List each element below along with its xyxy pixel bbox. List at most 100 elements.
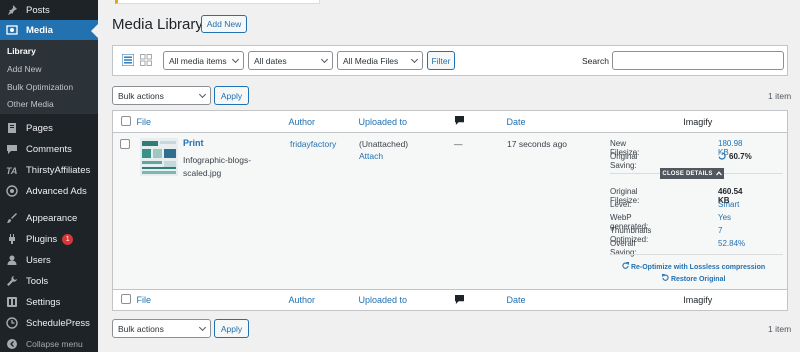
media-filename: Infographic-blogs-scaled.jpg bbox=[183, 155, 252, 178]
details-divider-2 bbox=[610, 254, 783, 255]
media-files-value: All Media Files bbox=[343, 55, 399, 66]
menu-label: Comments bbox=[26, 143, 72, 155]
restore-label: Restore Original bbox=[670, 276, 726, 283]
menu-appearance[interactable]: Appearance bbox=[0, 208, 98, 228]
menu-plugins[interactable]: Plugins 1 bbox=[0, 229, 98, 249]
svg-text:TA: TA bbox=[6, 166, 17, 176]
apply-button-bottom[interactable]: Apply bbox=[214, 319, 249, 338]
comments-icon bbox=[7, 145, 17, 154]
attach-link[interactable]: Attach bbox=[359, 151, 383, 161]
menu-label: Plugins bbox=[26, 233, 58, 245]
restore-icon bbox=[661, 273, 669, 281]
menu-label: Pages bbox=[26, 122, 53, 134]
bulk-actions-select-top[interactable]: Bulk actions bbox=[112, 86, 211, 105]
header-author-cell: Author bbox=[289, 111, 359, 133]
submenu-add-new[interactable]: Add New bbox=[7, 64, 42, 74]
sort-author-link[interactable]: Author bbox=[289, 117, 316, 127]
menu-label: Collapse menu bbox=[26, 339, 83, 349]
media-submenu: Library Add New Bulk Optimization Other … bbox=[0, 40, 98, 114]
collapse-icon bbox=[7, 339, 17, 349]
settings-icon bbox=[7, 297, 17, 307]
overall-saving-value: 52.84% bbox=[718, 239, 746, 248]
header-uploaded-cell: Uploaded to bbox=[359, 111, 455, 133]
imagify-column-title: Imagify bbox=[683, 116, 713, 127]
imagify-column-title-footer: Imagify bbox=[683, 295, 713, 305]
chevron-down-icon bbox=[198, 90, 207, 99]
menu-label: Media bbox=[26, 24, 53, 36]
row-checkbox[interactable] bbox=[120, 139, 130, 149]
select-all-checkbox[interactable] bbox=[121, 115, 131, 126]
comment-bubble-icon[interactable] bbox=[454, 116, 464, 125]
media-files-select[interactable]: All Media Files bbox=[337, 51, 423, 70]
menu-label: Tools bbox=[26, 275, 49, 287]
menu-comments[interactable]: Comments bbox=[0, 139, 98, 159]
schedule-icon bbox=[6, 317, 18, 329]
media-title-link[interactable]: Print bbox=[183, 138, 204, 148]
footer-file-cell: File bbox=[137, 290, 289, 311]
header-date-cell: Date bbox=[507, 111, 609, 133]
media-type-value: All media items bbox=[169, 55, 227, 66]
media-type-select[interactable]: All media items bbox=[163, 51, 244, 70]
reoptimize-label: Re-Optimize with Lossless compression bbox=[630, 264, 766, 271]
reoptimize-link[interactable]: Re-Optimize with Lossless compression bbox=[622, 261, 766, 271]
chevron-down-icon bbox=[320, 55, 329, 64]
pin-icon bbox=[8, 5, 17, 15]
media-filter-bar: All media items All dates All Media File… bbox=[112, 45, 788, 76]
add-new-button[interactable]: Add New bbox=[201, 15, 247, 33]
pages-icon bbox=[8, 123, 16, 133]
page-title: Media Library bbox=[112, 16, 203, 33]
menu-users[interactable]: Users bbox=[0, 250, 98, 270]
sort-uploaded-link[interactable]: Uploaded to bbox=[359, 117, 408, 127]
users-icon bbox=[7, 255, 17, 265]
menu-advanced-ads[interactable]: Advanced Ads bbox=[0, 181, 98, 201]
menu-schedulepress[interactable]: SchedulePress bbox=[0, 313, 98, 333]
list-view-icon[interactable] bbox=[122, 54, 134, 66]
menu-posts[interactable]: Posts bbox=[0, 0, 98, 20]
footer-checkbox-cell bbox=[113, 290, 137, 311]
sort-author-link-footer[interactable]: Author bbox=[289, 295, 316, 305]
chevron-down-icon bbox=[198, 323, 207, 332]
grid-view-icon[interactable] bbox=[140, 54, 152, 66]
search-input[interactable] bbox=[612, 51, 784, 70]
level-label: Level: bbox=[610, 200, 632, 209]
restore-original-link[interactable]: Restore Original bbox=[661, 273, 726, 283]
close-details-button[interactable]: CLOSE DETAILS bbox=[660, 168, 724, 179]
menu-collapse[interactable]: Collapse menu bbox=[0, 334, 98, 352]
current-menu-arrow bbox=[91, 24, 98, 38]
filter-button[interactable]: Filter bbox=[427, 51, 455, 70]
footer-date-cell: Date bbox=[507, 290, 609, 311]
submenu-library[interactable]: Library bbox=[7, 46, 36, 56]
item-count-top: 1 item bbox=[768, 91, 792, 101]
table-header-row: File Author Uploaded to Date Imagify bbox=[112, 111, 788, 133]
apply-button-top[interactable]: Apply bbox=[214, 86, 249, 105]
menu-media[interactable]: Media bbox=[0, 20, 98, 40]
sort-file-link-footer[interactable]: File bbox=[137, 295, 152, 305]
table-footer-row: File Author Uploaded to Date Imagify bbox=[113, 290, 788, 311]
sort-date-link[interactable]: Date bbox=[507, 117, 526, 127]
date-value: All dates bbox=[254, 55, 287, 66]
menu-label: ThirstyAffiliates bbox=[26, 164, 91, 176]
author-link[interactable]: fridayfactory bbox=[290, 139, 336, 149]
level-value: Smart bbox=[718, 200, 740, 209]
comment-bubble-icon[interactable] bbox=[454, 294, 464, 304]
header-comments-cell bbox=[454, 111, 507, 133]
menu-pages[interactable]: Pages bbox=[0, 118, 98, 138]
submenu-bulk-optimization[interactable]: Bulk Optimization bbox=[7, 82, 73, 92]
menu-tools[interactable]: Tools bbox=[0, 271, 98, 291]
sort-file-link[interactable]: File bbox=[137, 117, 152, 127]
media-thumbnail[interactable] bbox=[140, 138, 178, 176]
submenu-other-media[interactable]: Other Media bbox=[7, 99, 54, 109]
ta-icon: TA bbox=[6, 166, 17, 176]
bulk-actions-value: Bulk actions bbox=[118, 90, 164, 101]
search-label: Search bbox=[582, 56, 609, 66]
select-all-checkbox-footer[interactable] bbox=[121, 294, 131, 304]
menu-label: SchedulePress bbox=[26, 317, 90, 329]
sort-uploaded-link-footer[interactable]: Uploaded to bbox=[359, 295, 408, 305]
menu-thirstyaffiliates[interactable]: TA ThirstyAffiliates bbox=[0, 160, 98, 180]
bulk-actions-select-bottom[interactable]: Bulk actions bbox=[112, 319, 211, 338]
date-select[interactable]: All dates bbox=[248, 51, 333, 70]
menu-settings[interactable]: Settings bbox=[0, 292, 98, 312]
header-imagify-cell: Imagify bbox=[609, 111, 788, 133]
footer-imagify-cell: Imagify bbox=[609, 290, 788, 311]
sort-date-link-footer[interactable]: Date bbox=[507, 295, 526, 305]
